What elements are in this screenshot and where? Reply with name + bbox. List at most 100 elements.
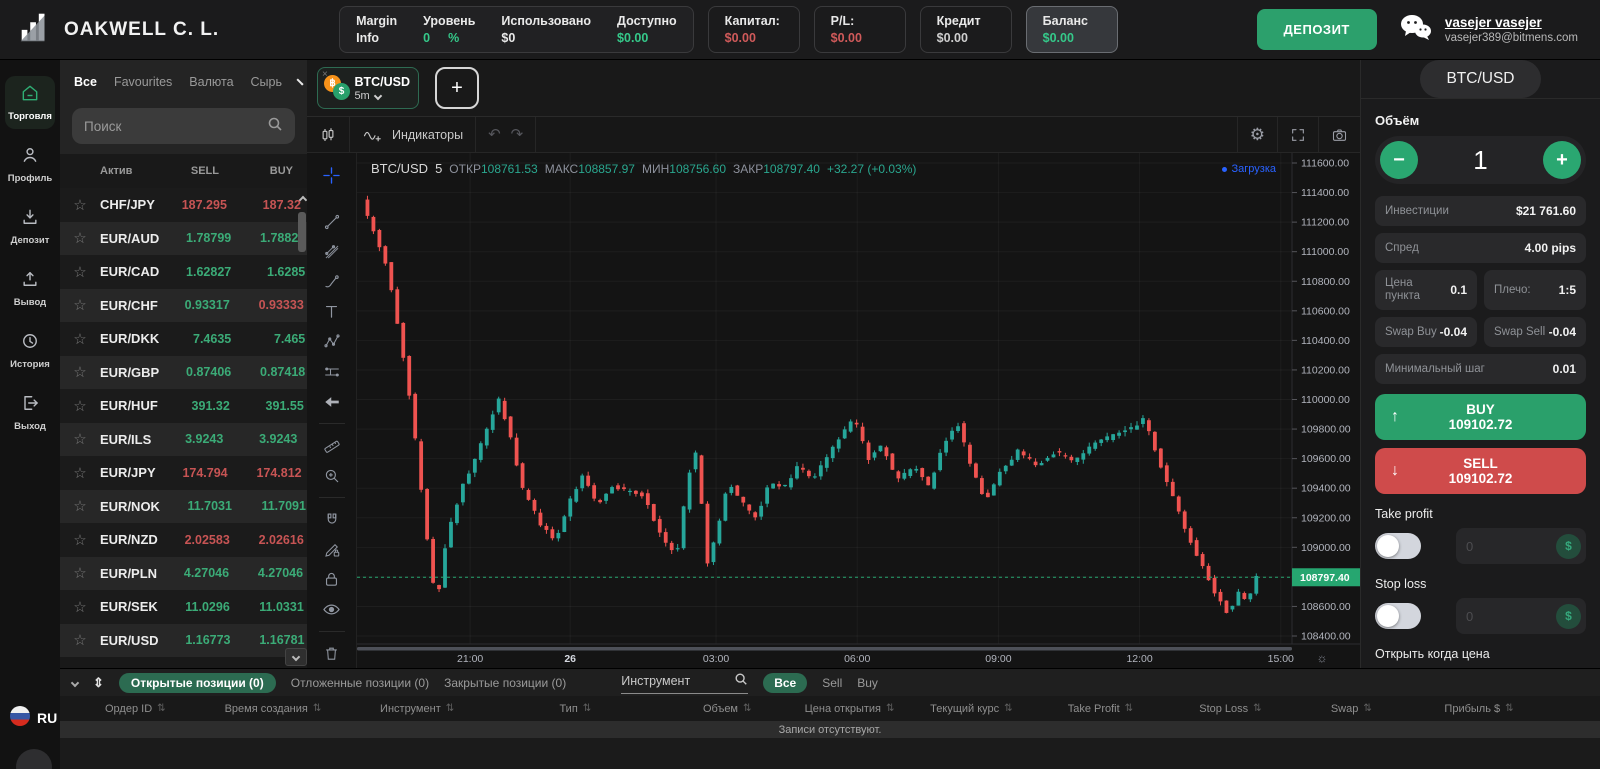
watchlist-searchbox[interactable] (72, 108, 295, 144)
eye-icon[interactable] (314, 595, 350, 624)
watchlist-row[interactable]: ☆EUR/JPY174.794174.812 (60, 456, 307, 490)
sell-price[interactable]: 1.62827 (159, 265, 231, 279)
interval-selector[interactable]: 5m (354, 90, 410, 102)
favourite-star-icon[interactable]: ☆ (60, 430, 100, 448)
lock-icon[interactable] (314, 565, 350, 594)
favourite-star-icon[interactable]: ☆ (60, 397, 100, 415)
sell-price[interactable]: 1.78799 (159, 231, 231, 245)
watchlist-row[interactable]: ☆EUR/NOK11.703111.7091 (60, 490, 307, 524)
sell-price[interactable]: 187.295 (155, 198, 227, 212)
column-header[interactable]: Цена открытия⇅ (805, 703, 931, 715)
column-header[interactable]: Прибыль $⇅ (1444, 703, 1570, 715)
scroll-down-button[interactable] (285, 648, 307, 666)
support-circle[interactable] (16, 749, 52, 769)
column-header[interactable]: Инструмент⇅ (380, 703, 559, 715)
sell-price[interactable]: 174.794 (156, 466, 228, 480)
column-header[interactable]: Stop Loss⇅ (1199, 703, 1331, 715)
buy-price[interactable]: 1.6285 (231, 265, 305, 279)
favourite-star-icon[interactable]: ☆ (60, 598, 100, 616)
sell-button[interactable]: ↓ SELL 109102.72 (1375, 448, 1586, 494)
instrument-filter-input[interactable] (621, 674, 726, 688)
sell-price[interactable]: 3.9243 (151, 432, 223, 446)
column-header[interactable]: Тип⇅ (559, 703, 703, 715)
column-header[interactable]: Swap⇅ (1331, 703, 1445, 715)
volume-decrease-button[interactable]: − (1380, 141, 1418, 179)
column-header[interactable]: Текущий курс⇅ (930, 703, 1068, 715)
watchlist-row[interactable]: ☆EUR/SEK11.029611.0331 (60, 590, 307, 624)
camera-icon[interactable] (1331, 127, 1348, 143)
buy-price[interactable]: 3.9243 (223, 432, 297, 446)
filter-sell[interactable]: Sell (822, 676, 842, 690)
sidebar-item-withdraw[interactable]: Вывод (5, 262, 55, 315)
watchlist-scrollbar[interactable] (296, 154, 307, 668)
take-profit-toggle[interactable] (1375, 533, 1421, 559)
buy-price[interactable]: 0.87418 (231, 365, 305, 379)
measure-tool-icon[interactable] (314, 431, 350, 460)
watchlist-row[interactable]: ☆CHF/JPY187.295187.32 (60, 188, 307, 222)
resize-panel-icon[interactable]: ⇕ (93, 675, 104, 691)
deposit-button[interactable]: ДЕПОЗИТ (1257, 9, 1377, 50)
tabs-more-chevron-icon[interactable] (296, 78, 303, 85)
volume-increase-button[interactable]: + (1543, 141, 1581, 179)
watchlist-row[interactable]: ☆EUR/ILS3.92433.9243 (60, 423, 307, 457)
favourite-star-icon[interactable]: ☆ (60, 464, 100, 482)
brush-tool-icon[interactable] (314, 267, 350, 296)
favourite-star-icon[interactable]: ☆ (60, 631, 100, 649)
text-tool-icon[interactable] (314, 297, 350, 326)
watchlist-row[interactable]: ☆EUR/USD1.167731.16781 (60, 624, 307, 658)
buy-price[interactable]: 1.16781 (231, 633, 305, 647)
scrollbar-thumb[interactable] (298, 212, 306, 252)
watchlist-row[interactable]: ☆EUR/GBP0.874060.87418 (60, 356, 307, 390)
watchlist-row[interactable]: ☆EUR/DKK7.46357.465 (60, 322, 307, 356)
indicators-icon[interactable] (362, 126, 382, 144)
take-profit-input[interactable] (1466, 539, 1536, 554)
chart-tab-btcusd[interactable]: × ฿$ BTC/USD 5m (317, 67, 419, 109)
buy-price[interactable]: 2.02616 (230, 533, 304, 547)
candlestick-chart[interactable]: 108400.00108600.00108800.00109000.001092… (357, 153, 1360, 668)
buy-price[interactable]: 0.93333 (230, 298, 304, 312)
watchlist-search-input[interactable] (84, 119, 267, 134)
stop-loss-input[interactable] (1466, 609, 1536, 624)
drawing-lock-icon[interactable] (314, 535, 350, 564)
magnet-tool-icon[interactable] (314, 505, 350, 534)
buy-price[interactable]: 4.27046 (229, 566, 303, 580)
gear-icon[interactable]: ⚙ (1250, 126, 1265, 143)
trash-icon[interactable] (314, 639, 350, 668)
buy-price[interactable]: 391.55 (230, 399, 304, 413)
buy-price[interactable]: 1.78824 (231, 231, 305, 245)
sell-price[interactable]: 0.93317 (158, 298, 230, 312)
sidebar-item-deposit[interactable]: Депозит (5, 200, 55, 253)
sidebar-item-trading[interactable]: Торговля (5, 76, 55, 129)
column-header[interactable]: Take Profit⇅ (1068, 703, 1200, 715)
buy-price[interactable]: 174.812 (228, 466, 302, 480)
sidebar-item-history[interactable]: История (5, 324, 55, 377)
position-tool-icon[interactable] (314, 357, 350, 386)
column-header[interactable]: Ордер ID⇅ (105, 703, 225, 715)
buy-price[interactable]: 7.465 (231, 332, 305, 346)
favourite-star-icon[interactable]: ☆ (60, 531, 100, 549)
user-block[interactable]: vasejer vasejer vasejer389@bitmens.com (1445, 15, 1584, 44)
tab-commodities[interactable]: Сырь (251, 75, 282, 89)
collapse-panel-icon[interactable] (71, 678, 79, 686)
sidebar-item-profile[interactable]: Профиль (5, 138, 55, 191)
buy-price[interactable]: 11.0331 (230, 600, 304, 614)
arrow-tool-icon[interactable] (314, 387, 350, 416)
sell-price[interactable]: 0.87406 (159, 365, 231, 379)
column-header[interactable]: Объем⇅ (703, 703, 805, 715)
watchlist-row[interactable]: ☆EUR/CHF0.933170.93333 (60, 289, 307, 323)
tab-open-positions[interactable]: Открытые позиции (0) (119, 673, 276, 693)
sell-price[interactable]: 2.02583 (158, 533, 230, 547)
favourite-star-icon[interactable]: ☆ (60, 497, 100, 515)
watchlist-row[interactable]: ☆EUR/NZD2.025832.02616 (60, 523, 307, 557)
tab-closed-positions[interactable]: Закрытые позиции (0) (444, 676, 566, 690)
watchlist-row[interactable]: ☆EUR/PLN4.270464.27046 (60, 557, 307, 591)
favourite-star-icon[interactable]: ☆ (60, 263, 100, 281)
sidebar-item-logout[interactable]: Выход (5, 386, 55, 439)
redo-icon[interactable]: ↷ (511, 127, 524, 142)
language-selector[interactable]: RU (10, 706, 57, 729)
column-header[interactable]: Время создания⇅ (225, 703, 380, 715)
buy-price[interactable]: 11.7091 (232, 499, 306, 513)
favourite-star-icon[interactable]: ☆ (60, 229, 100, 247)
scroll-up-icon[interactable] (300, 190, 306, 208)
tab-all[interactable]: Все (74, 75, 97, 89)
